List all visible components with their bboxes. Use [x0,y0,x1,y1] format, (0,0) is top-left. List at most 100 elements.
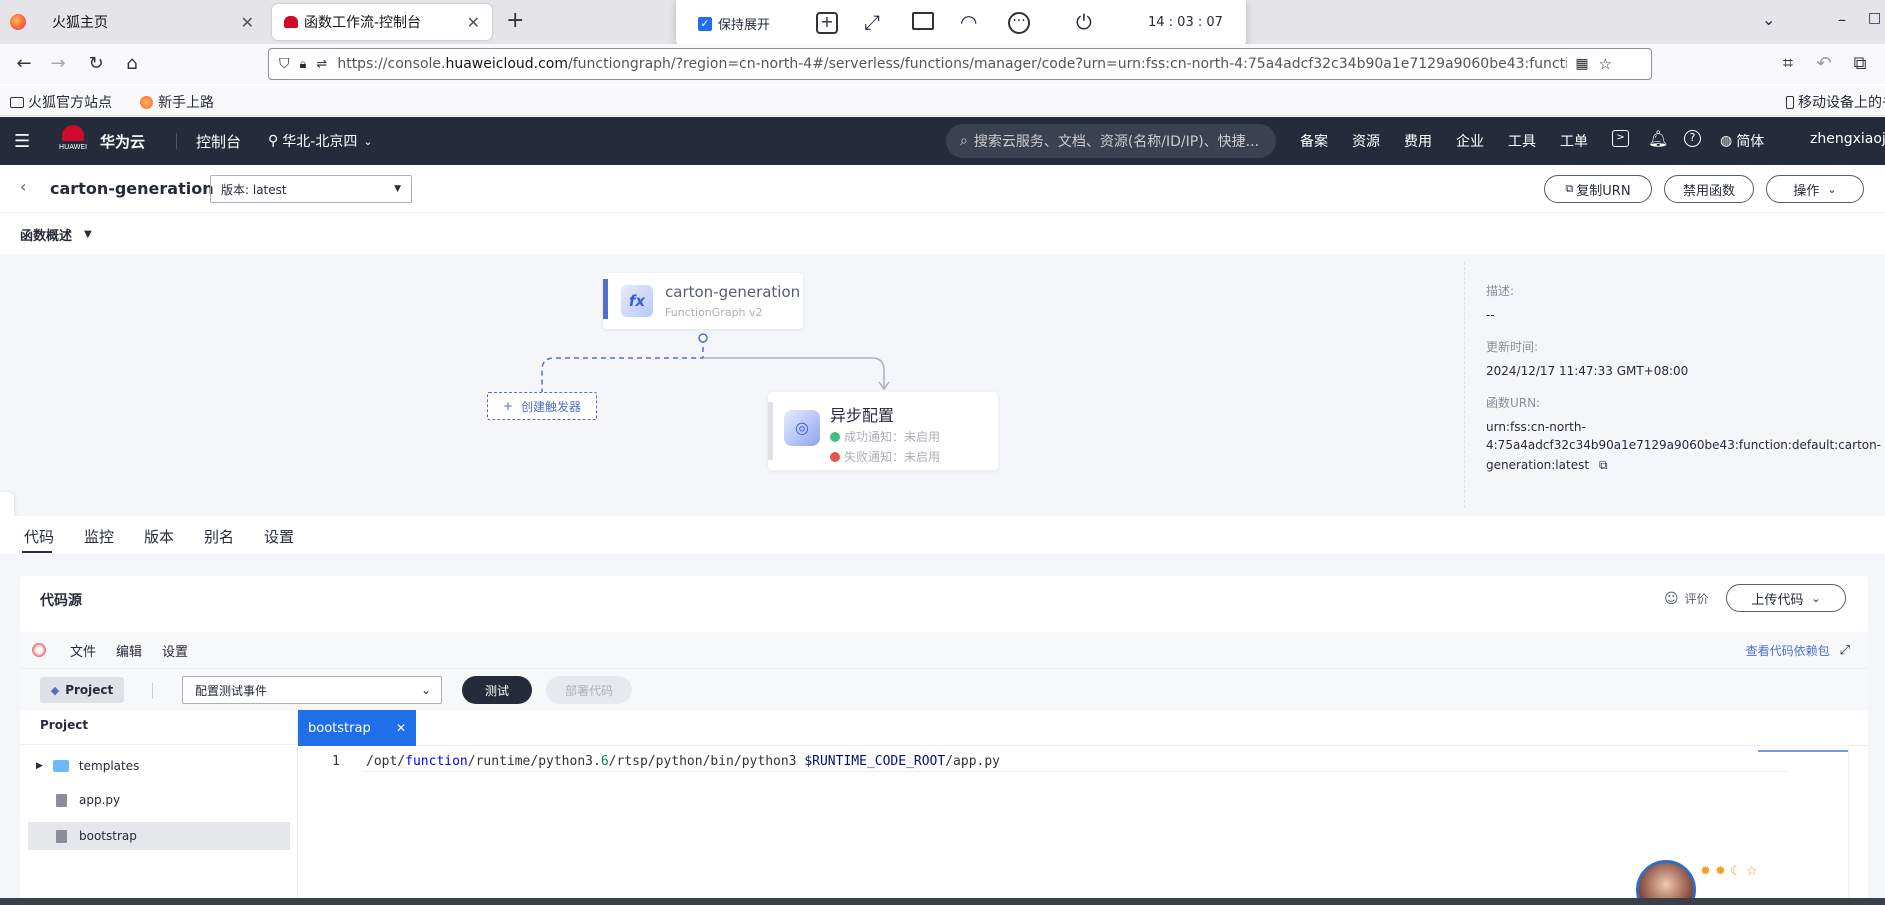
create-trigger-button[interactable]: + 创建触发器 [487,392,597,420]
overview-toggle[interactable]: 函数概述 ▼ [20,225,92,244]
console-link[interactable]: 控制台 [196,131,241,152]
code-line-1[interactable]: /opt/function/runtime/python3.6/rtsp/pyt… [366,754,1000,769]
tree-file-bootstrap[interactable]: bootstrap [28,822,290,850]
tab-settings[interactable]: 设置 [264,526,294,547]
notification-bell-icon[interactable]: 🔔︎ [1648,129,1668,148]
details-divider [1464,262,1465,508]
function-node-card[interactable]: fx carton-generation FunctionGraph v2 [603,273,803,329]
updated-value: 2024/12/17 11:47:33 GMT+08:00 [1486,364,1689,378]
url-prefix: https://console. [337,56,446,72]
add-window-icon[interactable]: + [816,12,838,34]
header-menu-tickets[interactable]: 工单 [1560,131,1588,151]
ide-logo-icon [32,643,46,657]
active-tab-underline [22,551,52,553]
chevron-down-icon: ⌄ [420,683,431,697]
power-icon[interactable]: ⏻ [1076,10,1092,34]
screen-icon[interactable] [912,12,934,30]
language-selector[interactable]: ◍ 简体 [1720,131,1764,151]
close-tab-icon[interactable]: ✕ [241,13,254,32]
close-tab-icon[interactable]: ✕ [467,13,480,32]
more-icon[interactable]: ··· [1008,12,1030,34]
tab-code[interactable]: 代码 [24,526,54,547]
actions-dropdown[interactable]: 操作 ⌄ [1766,175,1864,203]
bookmark-mobile[interactable]: 移动设备上的书签 [1786,92,1885,112]
bookmark-star-icon[interactable]: ☆ [1599,55,1612,73]
test-button[interactable]: 测试 [462,676,532,704]
test-event-select[interactable]: 配置测试事件 ⌄ [182,676,442,704]
home-icon[interactable]: ⌂ [120,52,144,76]
deploy-code-button[interactable]: 部署代码 [546,676,632,704]
copy-urn-button[interactable]: ⧉ 复制URN [1544,175,1652,203]
qr-code-icon[interactable]: ▦ [1575,56,1588,72]
user-menu[interactable]: zhengxiaojia [1810,131,1885,147]
undo-icon[interactable]: ↶ [1812,52,1836,76]
copy-icon[interactable]: ⧉ [1599,456,1608,474]
firefox-menu-icon[interactable] [10,14,26,30]
crop-icon[interactable]: ⌗ [1776,52,1800,76]
header-menu-beian[interactable]: 备案 [1300,131,1328,151]
tab-firefox-home[interactable]: 火狐主页 ✕ [40,4,266,40]
url-bar[interactable]: ⛉ 🔒︎ ⇌ https://console.huaweicloud.com/f… [268,48,1652,80]
huawei-logo[interactable]: HUAWEI [58,125,88,157]
function-overview-diagram: fx carton-generation FunctionGraph v2 + … [0,254,1885,516]
close-tab-icon[interactable]: ✕ [396,721,406,735]
brand-name[interactable]: 华为云 [100,131,145,152]
header-menu-tools[interactable]: 工具 [1508,131,1536,151]
version-select[interactable]: 版本: latest ▼ [210,175,412,203]
region-selector[interactable]: ⚲ 华北-北京四 ⌄ [268,131,373,151]
plus-icon: + [502,399,514,413]
tree-folder-templates[interactable]: ▶ templates [36,754,139,778]
tab-monitor[interactable]: 监控 [84,526,114,547]
back-icon[interactable]: ← [12,52,36,76]
huawei-flower-icon [62,125,84,141]
header-menu-billing[interactable]: 费用 [1404,131,1432,151]
bookmark-label: 新手上路 [158,95,214,111]
header-menu-enterprise[interactable]: 企业 [1456,131,1484,151]
editor-tab-bootstrap[interactable]: bootstrap ✕ [298,710,416,746]
editor-scrollbar[interactable] [1848,746,1858,905]
list-tabs-chevron-icon[interactable]: ⌄ [1762,10,1775,29]
extensions-icon[interactable]: ⧉ [1848,52,1872,76]
bookmark-getting-started[interactable]: 新手上路 [140,92,214,112]
huawei-favicon-icon [284,16,298,28]
minimize-icon[interactable]: – [1838,10,1846,29]
ide-menu-settings[interactable]: 设置 [162,641,188,660]
fullscreen-icon[interactable]: ⤢ [864,10,880,34]
wifi-icon[interactable]: ◠ [960,10,977,34]
tab-versions[interactable]: 版本 [144,526,174,547]
back-chevron-icon[interactable]: ‹ [20,177,26,196]
tab-aliases[interactable]: 别名 [204,526,234,547]
global-search-input[interactable]: ⌕ 搜索云服务、文档、资源(名称/ID/IP)、快捷... [946,124,1276,158]
bookmark-label: 移动设备上的书签 [1798,95,1885,111]
node-accent-bar [603,279,608,319]
expand-icon[interactable]: ⤢ [1840,643,1850,658]
bookmark-firefox-site[interactable]: 火狐官方站点 [10,92,112,112]
maximize-icon[interactable]: □ [1868,10,1881,26]
success-dot-icon [830,431,840,442]
tab-functiongraph[interactable]: 函数工作流-控制台 ✕ [272,4,492,40]
view-dependencies-link[interactable]: 查看代码依赖包 [1746,642,1830,659]
tree-file-app-py[interactable]: app.py [56,788,120,812]
help-icon[interactable]: ? [1684,130,1701,147]
actions-label: 操作 [1793,183,1820,199]
hamburger-menu-icon[interactable]: ☰ [14,131,30,152]
cloud-shell-icon[interactable]: > [1612,130,1629,147]
forward-icon[interactable]: → [46,52,70,76]
chevron-down-icon: ⌄ [1827,182,1837,196]
details-panel: 描述: -- 更新时间: 2024/12/17 11:47:33 GMT+08:… [1486,282,1881,474]
tree-item-label: templates [78,759,140,773]
rate-button[interactable]: ☺ 评价 [1664,590,1709,607]
project-toggle-button[interactable]: ◆ Project [40,677,124,703]
new-tab-button[interactable]: + [506,8,524,33]
desc-value: -- [1486,308,1495,322]
async-config-card[interactable]: ◎ 异步配置 成功通知：未启用 失败通知：未启用 [768,392,998,470]
ide-menu-edit[interactable]: 编辑 [116,641,142,660]
tree-divider [20,744,298,745]
ide-menu-file[interactable]: 文件 [70,641,96,660]
disable-function-button[interactable]: 禁用函数 [1664,175,1754,203]
header-menu-resources[interactable]: 资源 [1352,131,1380,151]
upload-code-dropdown[interactable]: 上传代码 ⌄ [1726,584,1846,612]
reload-icon[interactable]: ↻ [84,52,108,76]
keep-expanded-checkbox[interactable]: ✓ 保持展开 [698,14,770,33]
minimap [1758,746,1848,752]
